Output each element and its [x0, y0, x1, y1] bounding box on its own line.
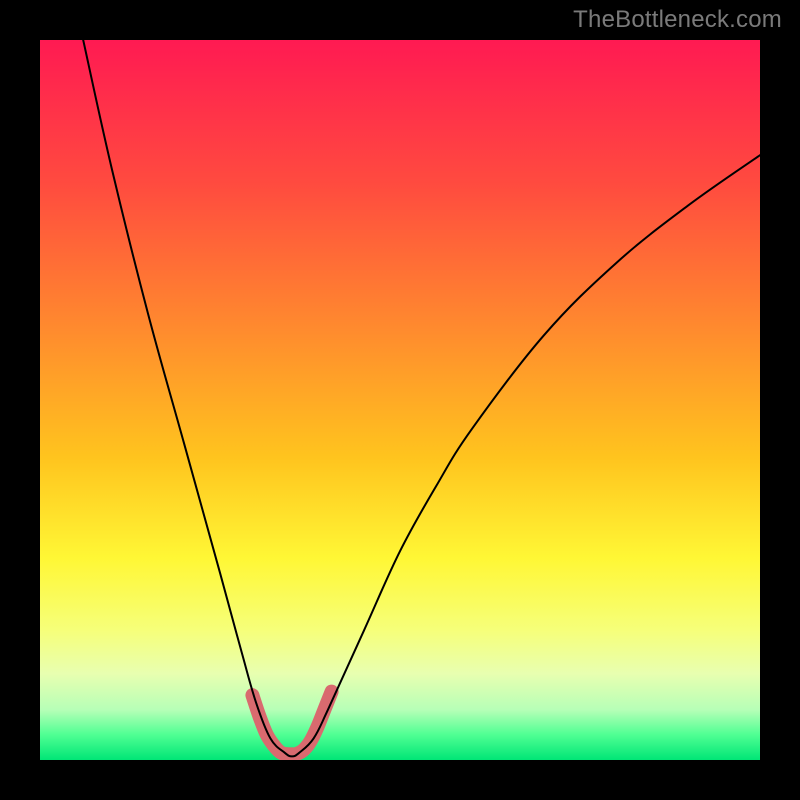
- chart-frame: TheBottleneck.com: [0, 0, 800, 800]
- watermark-text: TheBottleneck.com: [573, 6, 782, 34]
- plot-area: [40, 40, 760, 760]
- curve-layer: [40, 40, 760, 760]
- bottleneck-curve: [83, 40, 760, 756]
